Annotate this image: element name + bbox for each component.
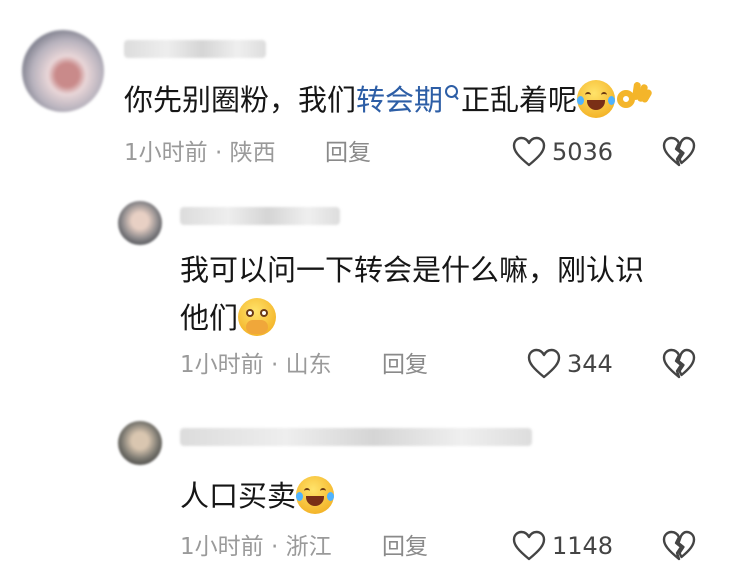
comment-text: 我可以问一下转会是什么嘛，刚认识 他们 [180,253,645,336]
broken-heart-icon [662,348,696,379]
heart-icon [512,530,546,561]
reply-button[interactable]: 回复 [382,532,428,562]
like-button[interactable]: 1148 [512,530,613,562]
comment-meta: 1小时前 · 山东 [180,352,332,378]
dislike-button[interactable] [662,136,696,168]
blurred-username[interactable] [180,207,340,225]
broken-heart-icon [662,136,696,167]
joy-emoji-icon [296,476,335,514]
comment-meta: 1小时前 · 浙江 [180,534,332,560]
dislike-button[interactable] [662,530,696,562]
like-count: 1148 [552,532,614,560]
avatar[interactable] [118,421,162,465]
blurred-username[interactable] [180,428,532,446]
like-count: 344 [567,350,613,378]
comment-meta: 1小时前 · 陕西 [124,140,276,166]
heart-icon [527,348,561,379]
reply-button[interactable]: 回复 [325,138,371,168]
search-icon [443,84,461,106]
blurred-username[interactable] [124,40,266,58]
like-button[interactable]: 5036 [512,136,613,168]
heart-icon [512,136,546,167]
topic-link[interactable]: 转会期 [356,83,461,117]
reply-button[interactable]: 回复 [382,350,428,380]
avatar[interactable] [22,30,104,112]
like-count: 5036 [552,138,614,166]
avatar[interactable] [118,201,162,245]
comment-text: 人口买卖 [180,472,335,520]
ok-hand-emoji-icon [615,80,654,118]
pleading-emoji-icon [238,298,277,336]
broken-heart-icon [662,530,696,561]
rofl-emoji-icon [577,80,616,118]
comment-text: 你先别圈粉，我们转会期 正乱着呢 [124,76,654,124]
dislike-button[interactable] [662,348,696,380]
like-button[interactable]: 344 [527,348,613,380]
